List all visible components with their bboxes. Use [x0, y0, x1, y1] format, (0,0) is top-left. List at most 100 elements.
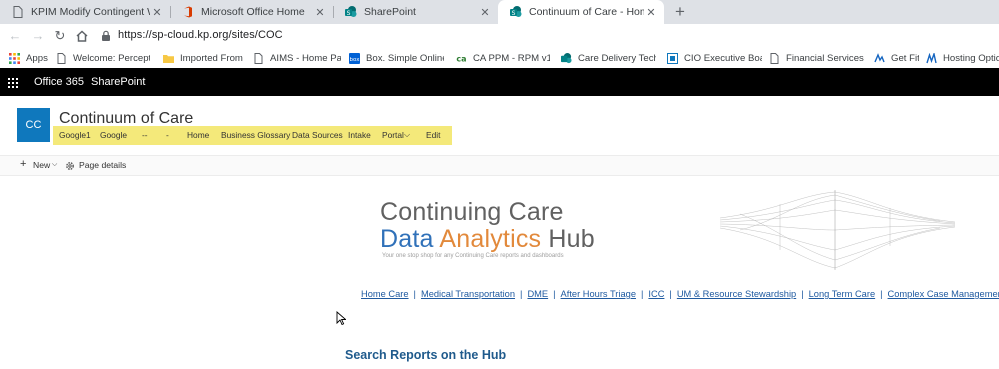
office-icon	[184, 6, 192, 18]
link-icc[interactable]: ICC	[648, 289, 664, 299]
reload-icon[interactable]: ↻	[52, 28, 68, 44]
link-separator: |	[520, 289, 523, 299]
decorative-network-graphic	[720, 190, 955, 270]
nav-item-google1[interactable]: Google1	[59, 130, 91, 140]
bookmark-item[interactable]: Imported From IE	[163, 51, 245, 65]
bookmark-label: CIO Executive Board	[684, 52, 762, 64]
link-long-term-care[interactable]: Long Term Care	[809, 289, 876, 299]
new-tab-button[interactable]: +	[670, 2, 690, 22]
hub-title-line1: Continuing Care	[380, 198, 564, 226]
tab-title: Continuum of Care - Home	[529, 6, 644, 18]
tab-title: KPIM Modify Contingent Worker	[31, 6, 150, 18]
page-icon	[13, 6, 23, 18]
close-icon[interactable]: ✕	[644, 6, 658, 19]
browser-toolbar: ← → ↻ https://sp-cloud.kp.org/sites/COC	[0, 24, 999, 48]
page-details-button[interactable]: Page details	[79, 160, 126, 170]
nav-item-portal[interactable]: Portal	[382, 130, 404, 140]
link-separator: |	[669, 289, 672, 299]
address-bar-url[interactable]: https://sp-cloud.kp.org/sites/COC	[118, 29, 283, 41]
bookmark-label: Box. Simple Online C	[366, 52, 444, 64]
bookmark-label: Apps	[26, 52, 48, 64]
top-navigation: Google1 Google -- - Home Business Glossa…	[53, 126, 452, 145]
getfit-icon	[874, 52, 885, 62]
bookmark-item[interactable]: Care Delivery Techno	[561, 51, 656, 65]
nav-item-intake[interactable]: Intake	[348, 130, 371, 140]
bookmark-item[interactable]: ca CA PPM - RPM v14.3	[456, 51, 550, 65]
link-complex-case-management[interactable]: Complex Case Management	[888, 289, 999, 299]
bookmark-item[interactable]: AIMS - Home Page	[253, 51, 341, 65]
site-logo[interactable]: CC	[17, 108, 50, 142]
bookmark-item[interactable]: Get Fit	[874, 51, 919, 65]
quick-links: Home Care | Medical Transportation | DME | Aft…	[361, 289, 999, 299]
bookmark-label: CA PPM - RPM v14.3	[473, 52, 550, 64]
sharepoint-link[interactable]: SharePoint	[91, 76, 145, 88]
app-launcher-icon[interactable]	[0, 68, 26, 96]
browser-tab-strip: KPIM Modify Contingent Worker ✕ Microsof…	[0, 0, 999, 24]
nav-item-home[interactable]: Home	[187, 130, 209, 140]
suite-bar: Office 365 SharePoint	[0, 68, 999, 96]
bookmark-item[interactable]: Financial Services On	[769, 51, 864, 65]
new-button[interactable]: New	[33, 160, 50, 170]
browser-tab[interactable]: KPIM Modify Contingent Worker ✕	[0, 0, 170, 24]
tab-title: Microsoft Office Home	[201, 6, 305, 18]
svg-text:S: S	[347, 10, 351, 17]
link-after-hours-triage[interactable]: After Hours Triage	[561, 289, 636, 299]
link-home-care[interactable]: Home Care	[361, 289, 409, 299]
bookmark-label: Care Delivery Techno	[578, 52, 656, 64]
link-separator: |	[640, 289, 644, 299]
hub-tagline: Your one stop shop for any Continuing Ca…	[382, 253, 564, 259]
bookmark-item[interactable]: box Box. Simple Online C	[349, 51, 444, 65]
chevron-down-icon[interactable]: ⌵	[404, 130, 410, 140]
box-icon: box	[349, 52, 360, 64]
nav-item-edit[interactable]: Edit	[426, 130, 440, 140]
link-um-resource-stewardship[interactable]: UM & Resource Stewardship	[677, 289, 796, 299]
folder-icon	[163, 54, 174, 63]
bookmarks-bar: Apps Welcome: Perceptive Imported From I…	[0, 48, 999, 68]
bookmark-item[interactable]: Hosting Option	[926, 51, 999, 65]
nav-item-business-glossary[interactable]: Business Glossary	[221, 130, 290, 140]
svg-text:ca: ca	[456, 54, 466, 63]
sharepoint-icon	[561, 52, 572, 63]
nav-item-dash[interactable]: --	[142, 130, 148, 140]
bookmark-apps[interactable]: Apps	[9, 51, 48, 65]
chevron-down-icon[interactable]: ⌵	[52, 161, 57, 169]
nav-item-google[interactable]: Google	[100, 130, 127, 140]
bookmark-label: Imported From IE	[180, 52, 245, 64]
forward-arrow-icon[interactable]: →	[30, 28, 46, 44]
bookmark-label: AIMS - Home Page	[270, 52, 341, 64]
search-reports-heading: Search Reports on the Hub	[345, 348, 507, 362]
close-icon[interactable]: ✕	[478, 6, 492, 19]
nav-item-data-sources[interactable]: Data Sources	[292, 130, 343, 140]
back-arrow-icon[interactable]: ←	[7, 28, 23, 44]
browser-tab[interactable]: S SharePoint ✕	[333, 0, 498, 24]
bookmark-label: Welcome: Perceptive	[73, 52, 150, 64]
office365-link[interactable]: Office 365	[34, 76, 84, 88]
page-icon	[254, 52, 263, 64]
close-icon[interactable]: ✕	[313, 6, 327, 19]
browser-tab-active[interactable]: S Continuum of Care - Home ✕	[498, 0, 664, 24]
hub-title-line2: Data Analytics Hub	[380, 225, 595, 254]
mouse-pointer-icon	[336, 311, 346, 325]
lock-icon[interactable]	[101, 30, 111, 41]
link-dme[interactable]: DME	[527, 289, 548, 299]
ca-icon: ca	[456, 54, 466, 63]
nav-item-dash[interactable]: -	[166, 130, 169, 140]
bookmark-item[interactable]: CIO Executive Board	[667, 51, 762, 65]
link-separator: |	[801, 289, 804, 299]
gear-icon[interactable]	[65, 161, 75, 171]
bookmark-label: Get Fit	[891, 52, 919, 64]
cio-icon	[667, 52, 678, 64]
browser-tab[interactable]: Microsoft Office Home ✕	[170, 0, 333, 24]
home-icon[interactable]	[74, 28, 90, 44]
link-medical-transportation[interactable]: Medical Transportation	[421, 289, 515, 299]
hub-title-word: Analytics	[439, 225, 542, 253]
plus-icon[interactable]: +	[20, 158, 26, 170]
hub-title-word: Data	[380, 225, 434, 253]
link-separator: |	[553, 289, 556, 299]
close-icon[interactable]: ✕	[150, 6, 164, 19]
link-separator: |	[880, 289, 883, 299]
page-icon	[770, 52, 779, 64]
bookmark-item[interactable]: Welcome: Perceptive	[56, 51, 150, 65]
tab-title: SharePoint	[364, 6, 416, 18]
hub-title-word: Hub	[548, 225, 595, 253]
